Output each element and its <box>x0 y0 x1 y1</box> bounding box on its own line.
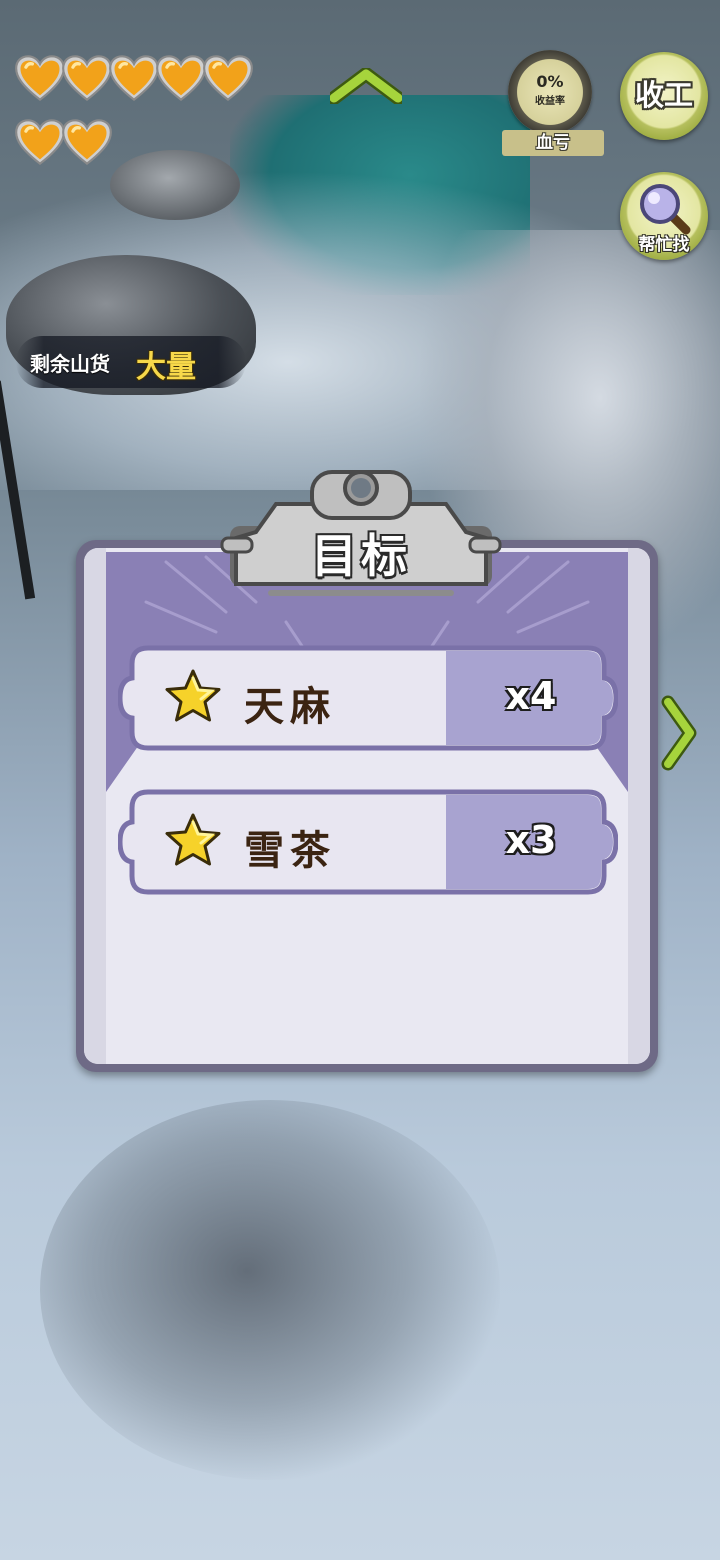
remaining-value: 大量 <box>136 350 196 385</box>
yield-percent: 0% <box>536 72 564 91</box>
goal-item-name: 天麻 <box>244 684 336 730</box>
quit-button[interactable]: 收工 <box>620 52 708 140</box>
magnifier-icon <box>640 184 691 235</box>
chevron-up-icon[interactable] <box>330 68 402 104</box>
goal-item-count: x3 <box>505 818 557 862</box>
heart-icon <box>203 55 253 102</box>
remaining-goods: 剩余山货 大量 <box>16 336 246 388</box>
yield-status: 血亏 <box>502 130 604 156</box>
gravel-patch <box>40 1100 500 1480</box>
heart-icon <box>156 55 206 102</box>
heart-icon <box>15 119 65 166</box>
help-find-label: 帮忙找 <box>638 235 690 254</box>
game-scene[interactable]: 0% 收益率 血亏 收工 帮忙找 剩余山货 大量 目标 天麻 x4 雪茶 x3 <box>0 0 720 1560</box>
rock <box>110 150 240 220</box>
heart-icon <box>62 119 112 166</box>
heart-icon <box>109 55 159 102</box>
panel-edge <box>628 548 650 1064</box>
star-icon <box>165 669 221 722</box>
panel-edge <box>84 548 106 1064</box>
star-icon <box>165 813 221 866</box>
help-find-button[interactable]: 帮忙找 <box>620 172 708 260</box>
remaining-label: 剩余山货 <box>30 352 110 376</box>
goal-item-count: x4 <box>505 674 557 718</box>
yield-rate-badge: 0% 收益率 血亏 <box>500 50 604 158</box>
heart-icon <box>15 55 65 102</box>
goal-item-name: 雪茶 <box>244 828 336 874</box>
goal-item-row: 天麻 x4 <box>118 644 618 752</box>
goal-title: 目标 <box>311 529 411 583</box>
quit-button-label: 收工 <box>634 80 693 112</box>
chevron-right-icon[interactable] <box>660 694 700 772</box>
heart-icon <box>62 55 112 102</box>
yield-label: 收益率 <box>535 96 565 107</box>
goal-item-row: 雪茶 x3 <box>118 788 618 896</box>
